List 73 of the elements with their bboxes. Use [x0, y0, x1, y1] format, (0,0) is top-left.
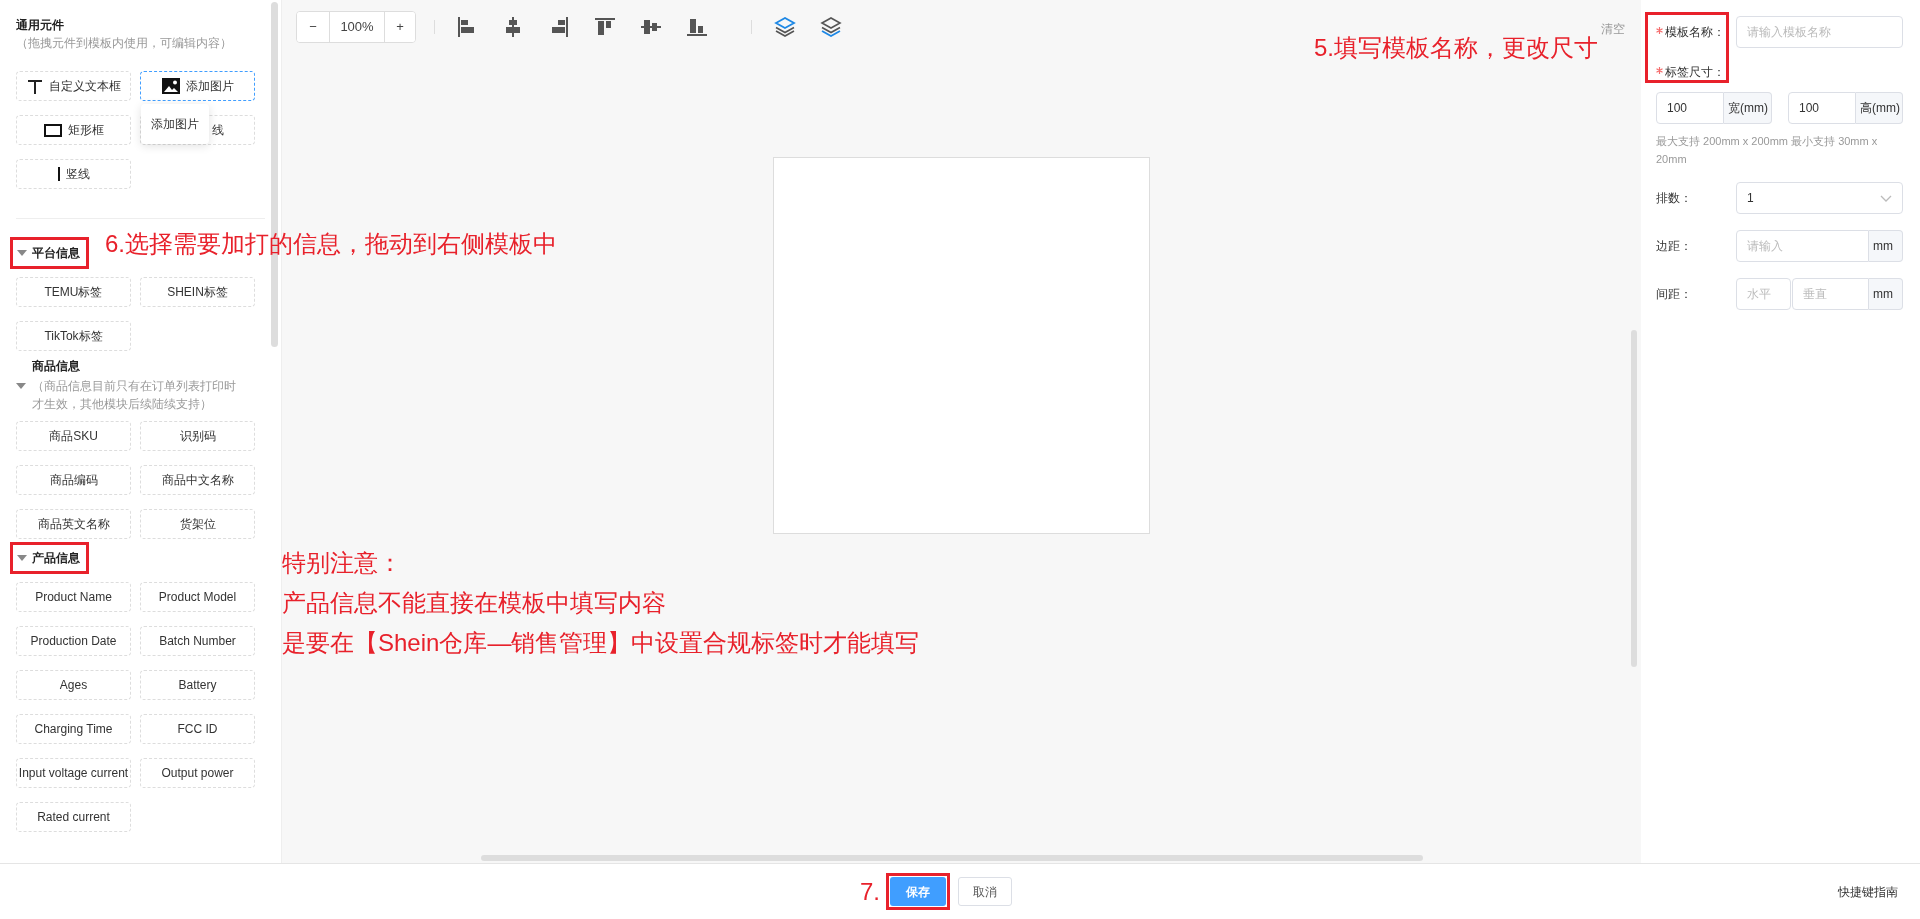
section-title[interactable]: 平台信息: [32, 244, 80, 262]
scrollbar-thumb[interactable]: [1631, 330, 1637, 667]
field-label: 标签尺寸：: [1665, 65, 1725, 79]
field-label: 排数：: [1656, 191, 1692, 205]
element-button[interactable]: 竖线: [16, 159, 131, 189]
annotation-text: 5.填写模板名称，更改尺寸: [1314, 34, 1598, 63]
name-input[interactable]: 请输入模板名称: [1736, 16, 1903, 48]
element-button[interactable]: 商品编码: [16, 465, 131, 495]
element-button[interactable]: TEMU标签: [16, 277, 131, 307]
align-right-icon[interactable]: [549, 17, 571, 37]
element-button[interactable]: 商品SKU: [16, 421, 131, 451]
align-top-icon[interactable]: [595, 17, 617, 37]
element-button[interactable]: Batch Number: [140, 626, 255, 656]
tooltip: 添加图片: [141, 104, 209, 144]
triangle-icon[interactable]: [16, 383, 26, 389]
align-middle-icon[interactable]: [641, 17, 663, 37]
annotation-line: 是要在【Shein仓库—销售管理】中设置合规标签时才能填写: [282, 628, 920, 658]
element-button[interactable]: Ages: [16, 670, 131, 700]
unit-label: 高(mm): [1856, 92, 1903, 124]
annotation-line: 特别注意：: [282, 548, 403, 578]
section-title[interactable]: 产品信息: [32, 549, 80, 567]
element-button[interactable]: 货架位: [140, 509, 255, 539]
element-button[interactable]: 商品英文名称: [16, 509, 131, 539]
element-button[interactable]: Input voltage current: [16, 758, 131, 788]
align-bottom-icon[interactable]: [687, 17, 709, 37]
element-button[interactable]: Rated current: [16, 802, 131, 832]
annotation-text: 6.选择需要加打的信息，拖动到右侧模板中: [105, 230, 557, 259]
text-icon: [26, 78, 43, 94]
shortcuts-link[interactable]: 快捷键指南: [1838, 882, 1898, 901]
size-input[interactable]: 100: [1788, 92, 1856, 124]
element-button[interactable]: Product Model: [140, 582, 255, 612]
image-icon: [161, 78, 180, 94]
element-button[interactable]: 商品中文名称: [140, 465, 255, 495]
element-button[interactable]: SHEIN标签: [140, 277, 255, 307]
element-button[interactable]: Product Name: [16, 582, 131, 612]
unit-label: mm: [1869, 230, 1903, 262]
element-button[interactable]: 自定义文本框: [16, 71, 131, 101]
spacing-input[interactable]: 水平: [1736, 278, 1791, 310]
rectangle-icon: [43, 123, 62, 137]
layers-icon[interactable]: [820, 17, 842, 37]
element-button[interactable]: Output power: [140, 758, 255, 788]
element-button[interactable]: TikTok标签: [16, 321, 131, 351]
vertical-line-icon: [57, 167, 60, 181]
section-title[interactable]: 商品信息: [16, 357, 265, 375]
triangle-icon[interactable]: [17, 250, 27, 256]
unit-label: 宽(mm): [1724, 92, 1772, 124]
scrollbar-thumb[interactable]: [481, 855, 1423, 861]
cancel-button[interactable]: 取消: [958, 877, 1012, 906]
step-number: 7.: [860, 876, 880, 907]
chevron-down-icon: [1880, 194, 1892, 202]
zoom-in-button[interactable]: +: [384, 12, 415, 42]
field-label: 间距：: [1656, 287, 1692, 301]
size-input[interactable]: 100: [1656, 92, 1724, 124]
triangle-icon[interactable]: [17, 555, 27, 561]
element-button[interactable]: 添加图片: [140, 71, 255, 101]
field-label: 模板名称：: [1665, 25, 1725, 39]
margin-input[interactable]: 请输入: [1736, 230, 1869, 262]
section-hint: （拖拽元件到模板内使用，可编辑内容）: [16, 35, 233, 52]
element-button[interactable]: Production Date: [16, 626, 131, 656]
spacing-input[interactable]: 垂直: [1792, 278, 1869, 310]
unit-label: mm: [1869, 278, 1903, 310]
section-title: 通用元件: [16, 17, 64, 34]
element-button[interactable]: Battery: [140, 670, 255, 700]
element-button[interactable]: FCC ID: [140, 714, 255, 744]
field-label: 边距：: [1656, 239, 1692, 253]
layers-icon[interactable]: [774, 17, 796, 37]
rows-select[interactable]: 1: [1736, 182, 1903, 214]
section-hint: （商品信息目前只有在订单列表打印时才生效，其他模块后续陆续支持）: [32, 378, 237, 413]
element-button[interactable]: Charging Time: [16, 714, 131, 744]
size-hint: 最大支持 200mm x 200mm 最小支持 30mm x 20mm: [1656, 134, 1879, 167]
annotation-line: 产品信息不能直接在模板中填写内容: [282, 588, 667, 618]
element-button[interactable]: 矩形框: [16, 115, 131, 145]
element-button[interactable]: 识别码: [140, 421, 255, 451]
